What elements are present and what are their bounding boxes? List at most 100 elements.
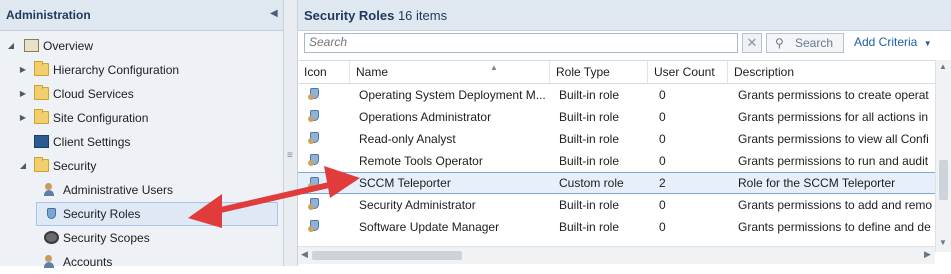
tree-item-security-scopes[interactable]: Security Scopes <box>0 226 278 250</box>
table-body: Operating System Deployment M... Built-i… <box>298 84 935 238</box>
chevron-left-icon[interactable]: ◀ <box>270 8 278 19</box>
cell-name: SCCM Teleporter <box>359 176 451 190</box>
clear-search-button[interactable]: ✕ <box>742 33 762 53</box>
security-role-icon <box>308 220 321 233</box>
add-criteria-button[interactable]: Add Criteria ▼ <box>854 35 932 49</box>
grip-icon[interactable]: ≡ <box>287 150 293 161</box>
table-row[interactable]: Operations Administrator Built-in role 0… <box>298 106 935 128</box>
cell-description: Grants permissions to add and remo <box>738 198 933 212</box>
cell-name: Operations Administrator <box>359 110 492 124</box>
cell-role-type: Custom role <box>559 176 624 190</box>
folder-icon <box>34 109 49 124</box>
tree-item-label: Accounts <box>63 255 113 269</box>
search-button[interactable]: ⚲ Search <box>766 33 844 53</box>
users-icon <box>44 183 59 196</box>
navigation-pane: Administration ◀ ◢ Overview ▶ Hierarchy … <box>0 0 284 269</box>
folder-icon <box>34 85 49 100</box>
cell-description: Role for the SCCM Teleporter <box>738 176 896 190</box>
horizontal-scrollbar[interactable]: ◀ ▶ <box>298 246 935 264</box>
search-input[interactable] <box>305 34 733 50</box>
table-row[interactable]: Software Update Manager Built-in role 0 … <box>298 216 935 238</box>
add-criteria-label: Add Criteria <box>854 35 918 49</box>
security-role-icon <box>308 110 321 123</box>
role-icon <box>44 208 59 221</box>
navigation-tree: ◢ Overview ▶ Hierarchy Configuration ▶ C… <box>0 34 278 274</box>
cell-role-type: Built-in role <box>559 88 620 102</box>
table-row[interactable]: Remote Tools Operator Built-in role 0 Gr… <box>298 150 935 172</box>
scroll-left-icon[interactable]: ◀ <box>301 249 308 260</box>
cell-description: Grants permissions for all actions in <box>738 110 929 124</box>
cell-user-count: 0 <box>659 154 666 168</box>
cell-user-count: 0 <box>659 88 666 102</box>
tree-item-security-roles[interactable]: Security Roles <box>36 202 278 226</box>
close-icon: ✕ <box>746 35 758 50</box>
tree-item-accounts[interactable]: Accounts <box>0 250 278 274</box>
collapse-triangle-icon[interactable]: ◢ <box>18 154 28 178</box>
expand-triangle-icon[interactable]: ▶ <box>18 106 28 130</box>
tree-item-label: Hierarchy Configuration <box>53 63 180 77</box>
security-role-icon <box>308 154 321 167</box>
search-button-label: Search <box>795 36 834 50</box>
expand-triangle-icon[interactable]: ▶ <box>18 58 28 82</box>
tree-item-cloud-services[interactable]: ▶ Cloud Services <box>0 82 278 106</box>
tree-item-label: Cloud Services <box>53 87 134 101</box>
cell-role-type: Built-in role <box>559 154 620 168</box>
table-header: Icon ▲ Name Role Type User Count Descrip… <box>298 61 935 84</box>
table-row-selected[interactable]: SCCM Teleporter Custom role 2 Role for t… <box>298 172 935 194</box>
cell-name: Software Update Manager <box>359 220 500 234</box>
folder-icon <box>34 61 49 76</box>
cell-description: Grants permissions to create operat <box>738 88 929 102</box>
column-header-user-count[interactable]: User Count <box>648 61 728 83</box>
security-role-icon <box>308 88 321 101</box>
tree-item-label: Overview <box>43 39 94 53</box>
tree-item-administrative-users[interactable]: Administrative Users <box>0 178 278 202</box>
users-icon <box>44 255 59 268</box>
cell-description: Grants permissions to define and de <box>738 220 931 234</box>
scope-icon <box>44 231 59 244</box>
cell-role-type: Built-in role <box>559 132 620 146</box>
security-role-icon <box>308 132 321 145</box>
scrollbar-thumb[interactable] <box>939 160 948 200</box>
content-pane: Security Roles 16 items ✕ ⚲ Search Add C… <box>298 0 951 266</box>
chevron-down-icon: ▼ <box>923 39 932 48</box>
scrollbar-thumb[interactable] <box>312 251 462 260</box>
table-row[interactable]: Operating System Deployment M... Built-i… <box>298 84 935 106</box>
tree-item-security[interactable]: ◢ Security <box>0 154 278 178</box>
scroll-down-icon[interactable]: ▼ <box>939 238 947 247</box>
cell-role-type: Built-in role <box>559 220 620 234</box>
item-count: 16 items <box>397 8 448 23</box>
content-header: Security Roles 16 items <box>298 0 951 31</box>
scroll-up-icon[interactable]: ▲ <box>939 62 947 71</box>
column-header-icon[interactable]: Icon <box>298 61 350 83</box>
page-title-text: Security Roles <box>304 8 395 23</box>
column-header-description[interactable]: Description <box>728 61 935 83</box>
security-role-icon <box>308 177 321 190</box>
page-title: Security Roles 16 items <box>304 8 447 23</box>
cell-role-type: Built-in role <box>559 198 620 212</box>
search-input-wrapper[interactable] <box>304 33 738 53</box>
overview-icon <box>24 39 39 52</box>
workspace-title: Administration <box>6 8 91 22</box>
cell-name: Remote Tools Operator <box>359 154 483 168</box>
security-roles-table: Icon ▲ Name Role Type User Count Descrip… <box>298 60 935 247</box>
search-bar: ✕ ⚲ Search Add Criteria ▼ <box>298 31 951 59</box>
tree-item-client-settings[interactable]: Client Settings <box>0 130 278 154</box>
cell-name: Security Administrator <box>359 198 476 212</box>
collapse-triangle-icon[interactable]: ◢ <box>6 34 16 58</box>
column-header-name[interactable]: ▲ Name <box>350 61 550 83</box>
column-header-role-type[interactable]: Role Type <box>550 61 648 83</box>
tree-item-label: Security <box>53 159 97 173</box>
cell-user-count: 0 <box>659 110 666 124</box>
tree-item-hierarchy-configuration[interactable]: ▶ Hierarchy Configuration <box>0 58 278 82</box>
table-row[interactable]: Read-only Analyst Built-in role 0 Grants… <box>298 128 935 150</box>
scroll-right-icon[interactable]: ▶ <box>924 249 931 260</box>
cell-description: Grants permissions to view all Confi <box>738 132 929 146</box>
vertical-scrollbar[interactable]: ▲ ▼ <box>935 60 951 252</box>
expand-triangle-icon[interactable]: ▶ <box>18 82 28 106</box>
cell-user-count: 0 <box>659 198 666 212</box>
cell-user-count: 2 <box>659 176 666 190</box>
pane-splitter[interactable]: ≡ <box>284 0 298 266</box>
tree-item-site-configuration[interactable]: ▶ Site Configuration <box>0 106 278 130</box>
tree-item-overview[interactable]: ◢ Overview <box>0 34 278 58</box>
table-row[interactable]: Security Administrator Built-in role 0 G… <box>298 194 935 216</box>
